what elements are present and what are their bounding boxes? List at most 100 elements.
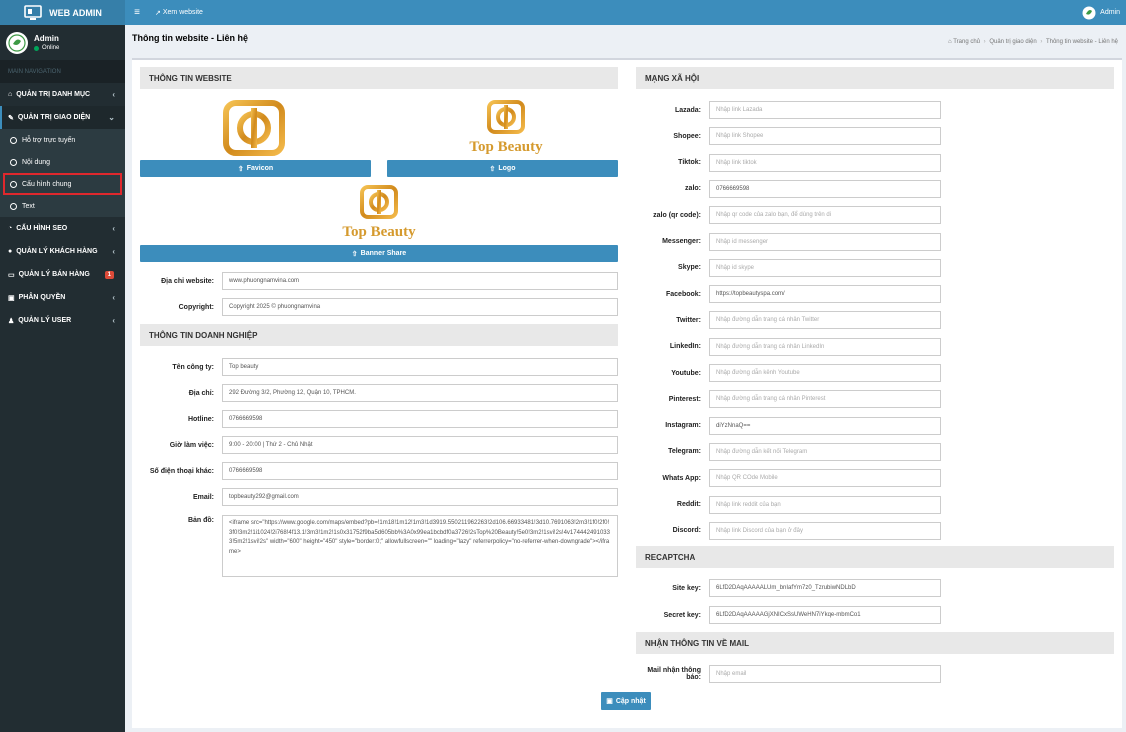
field-secret-key: Secret key: 6LfD2DAqAAAAAGjXNICxSsUWeHN7i… — [636, 606, 941, 624]
brand-logo[interactable]: WEB ADMIN — [0, 0, 125, 25]
field-label: Tên công ty: — [172, 363, 214, 371]
view-website-link[interactable]: ↗ Xem website — [155, 9, 203, 17]
page-title: Thông tin website - Liên hệ — [132, 33, 248, 43]
field-social: Twitter: Nhập đường dẫn trang cá nhân Twi… — [636, 311, 941, 330]
field-notify-mail: Mail nhận thông báo: Nhập email — [636, 665, 941, 683]
social-input[interactable]: https://topbeautyspa.com/ — [709, 285, 941, 304]
home-icon: ⌂ — [948, 39, 952, 45]
avatar — [6, 31, 28, 54]
social-input[interactable]: Nhập link Lazada — [709, 101, 941, 119]
menu-item-cau-hinh-seo[interactable]: ◔ CẤU HÌNH SEO ‹ — [0, 217, 125, 240]
notify-mail-input[interactable]: Nhập email — [709, 665, 941, 683]
field-label: zalo: — [685, 185, 701, 193]
submenu-item-ho-tro[interactable]: Hỗ trợ trực tuyến — [0, 129, 125, 151]
field-label: Discord: — [672, 527, 701, 535]
banner-share-button[interactable]: ⇧ Banner Share — [140, 245, 618, 262]
menu-item-quan-ly-khach-hang[interactable]: ● QUẢN LÝ KHÁCH HÀNG ‹ — [0, 240, 125, 263]
logo-text: Top Beauty — [469, 139, 543, 155]
field-label: Copyright: — [178, 303, 214, 311]
circle-icon — [10, 180, 17, 188]
working-hours-input[interactable]: 9:00 - 20:00 | Thứ 2 - Chủ Nhật — [222, 436, 618, 454]
external-link-icon: ↗ — [155, 9, 161, 17]
social-input[interactable]: Nhập QR COde Mobile — [709, 469, 941, 488]
social-input[interactable]: Nhập id messenger — [709, 232, 941, 251]
breadcrumb-separator: › — [1040, 39, 1043, 45]
submenu-item-text[interactable]: Text — [0, 195, 125, 217]
field-label: Số điện thoại khác: — [149, 467, 214, 475]
money-icon: ▭ — [8, 271, 15, 279]
hotline-input[interactable]: 0766669598 — [222, 410, 618, 428]
other-phone-input[interactable]: 0766669598 — [222, 462, 618, 480]
banner-share-image: Top Beauty — [342, 185, 416, 240]
submenu-item-cau-hinh-chung[interactable]: Cấu hình chung — [3, 173, 122, 195]
menu-item-quan-ly-user[interactable]: ♟ QUẢN LÝ USER ‹ — [0, 309, 125, 332]
social-input[interactable]: Nhập link tiktok — [709, 153, 941, 172]
menu-item-label: QUẢN LÝ KHÁCH HÀNG — [16, 248, 98, 255]
menu-item-quan-tri-danh-muc[interactable]: ⌂ QUẢN TRỊ DANH MỤC ‹ — [0, 83, 125, 106]
field-social: Discord: Nhập link Discord của bạn ở đây — [636, 521, 941, 540]
field-label: Lazada: — [674, 106, 701, 114]
settings-panel: THÔNG TIN WEBSITE Top Beauty ⇧ Favicon ⇧ L… — [132, 58, 1122, 728]
menu-item-quan-tri-giao-dien[interactable]: ✎ QUẢN TRỊ GIAO DIỆN ⌄ — [0, 106, 125, 129]
field-social: Lazada: Nhập link Lazada — [636, 101, 941, 119]
social-input[interactable]: Nhập đường dẫn trang cá nhân Pinterest — [709, 390, 941, 409]
tachometer-icon: ◔ — [8, 225, 13, 232]
field-label: Tiktok: — [678, 159, 701, 167]
site-key-input[interactable]: 6LfD2DAqAAAAALUm_bnIafYm7z0_TzrubiwNDLbD — [709, 579, 941, 597]
copyright-input[interactable]: Copyright 2025 © phuongnamvina — [222, 298, 618, 316]
field-social: Skype: Nhập id skype — [636, 258, 941, 277]
field-social: zalo (qr code): Nhập qr code của zalo bạn… — [636, 206, 941, 225]
menu-item-label: QUẢN TRỊ GIAO DIỆN — [17, 114, 91, 121]
admin-menu[interactable]: Admin — [1082, 6, 1120, 20]
chevron-left-icon: ‹ — [112, 293, 115, 302]
social-input[interactable]: Nhập đường dẫn trang cá nhân LinkedIn — [709, 337, 941, 356]
breadcrumb-section[interactable]: Quản trị giao diện — [989, 39, 1036, 45]
field-label: Secret key: — [663, 611, 701, 619]
field-map: Bản đồ: — [140, 517, 214, 524]
field-label: zalo (qr code): — [653, 211, 701, 219]
social-input[interactable]: Nhập qr code của zalo bạn, để dùng trên … — [709, 206, 941, 225]
section-company-header: THÔNG TIN DOANH NGHIỆP — [140, 324, 618, 346]
field-working-hours: Giờ làm việc: 9:00 - 20:00 | Thứ 2 - Chủ … — [140, 436, 618, 454]
chevron-left-icon: ‹ — [112, 316, 115, 325]
notification-badge: 1 — [104, 270, 114, 279]
social-input[interactable]: Nhập đường dẫn kết nối Telegram — [709, 442, 941, 461]
update-button[interactable]: ▣ Cập nhật — [601, 692, 651, 710]
field-website-url: Địa chỉ website: www.phuongnamvina.com — [140, 272, 618, 290]
chevron-left-icon: ‹ — [112, 247, 115, 256]
section-mail-header: NHẬN THÔNG TIN VỀ MAIL — [636, 632, 1114, 654]
menu-item-phan-quyen[interactable]: ▣ PHÂN QUYỀN ‹ — [0, 286, 125, 309]
logo-button[interactable]: ⇧ Logo — [387, 160, 618, 177]
breadcrumb-home[interactable]: Trang chủ — [953, 39, 980, 45]
field-label: Whats App: — [662, 474, 701, 482]
company-name-input[interactable]: Top beauty — [222, 358, 618, 376]
submenu-item-noi-dung[interactable]: Nội dung — [0, 151, 125, 173]
secret-key-input[interactable]: 6LfD2DAqAAAAAGjXNICxSsUWeHN7iYkqe-mbmCo1 — [709, 606, 941, 624]
field-label: Youtube: — [671, 369, 701, 377]
email-input[interactable]: topbeauty292@gmail.com — [222, 488, 618, 506]
field-other-phone: Số điện thoại khác: 0766669598 — [140, 462, 618, 480]
social-input[interactable]: 0766669598 — [709, 179, 941, 198]
map-embed-textarea[interactable]: <iframe src="https://www.google.com/maps… — [222, 515, 618, 577]
social-input[interactable]: Nhập id skype — [709, 258, 941, 277]
dashboard-icon: ⌂ — [8, 91, 13, 98]
menu-item-label: QUẢN LÝ BÁN HÀNG — [18, 271, 90, 278]
social-input[interactable]: Nhập đường dẫn trang cá nhân Twitter — [709, 311, 941, 330]
field-label: Bản đồ: — [187, 517, 214, 524]
menu-item-quan-ly-ban-hang[interactable]: ▭ QUẢN LÝ BÁN HÀNG 1 — [0, 263, 125, 286]
hamburger-icon[interactable]: ≡ — [127, 7, 147, 18]
social-input[interactable]: Nhập đường dẫn kênh Youtube — [709, 364, 941, 382]
social-input[interactable]: Nhập link Shopee — [709, 127, 941, 146]
topbar: ≡ ↗ Xem website Admin — [125, 0, 1126, 25]
banner-share-button-label: Banner Share — [360, 250, 407, 257]
social-input[interactable]: Nhập link reddit của bạn — [709, 495, 941, 514]
user-status: Online — [34, 45, 59, 51]
social-input[interactable]: Nhập link Discord của bạn ở đây — [709, 521, 941, 540]
address-input[interactable]: 292 Đường 3/2, Phường 12, Quận 10, TPHCM… — [222, 384, 618, 402]
field-social: Pinterest: Nhập đường dẫn trang cá nhân P… — [636, 390, 941, 409]
social-input[interactable]: diYzNnaQ== — [709, 416, 941, 435]
favicon-button[interactable]: ⇧ Favicon — [140, 160, 371, 177]
field-site-key: Site key: 6LfD2DAqAAAAALUm_bnIafYm7z0_Tzr… — [636, 579, 941, 597]
upload-icon: ⇧ — [489, 165, 496, 173]
website-url-input[interactable]: www.phuongnamvina.com — [222, 272, 618, 290]
